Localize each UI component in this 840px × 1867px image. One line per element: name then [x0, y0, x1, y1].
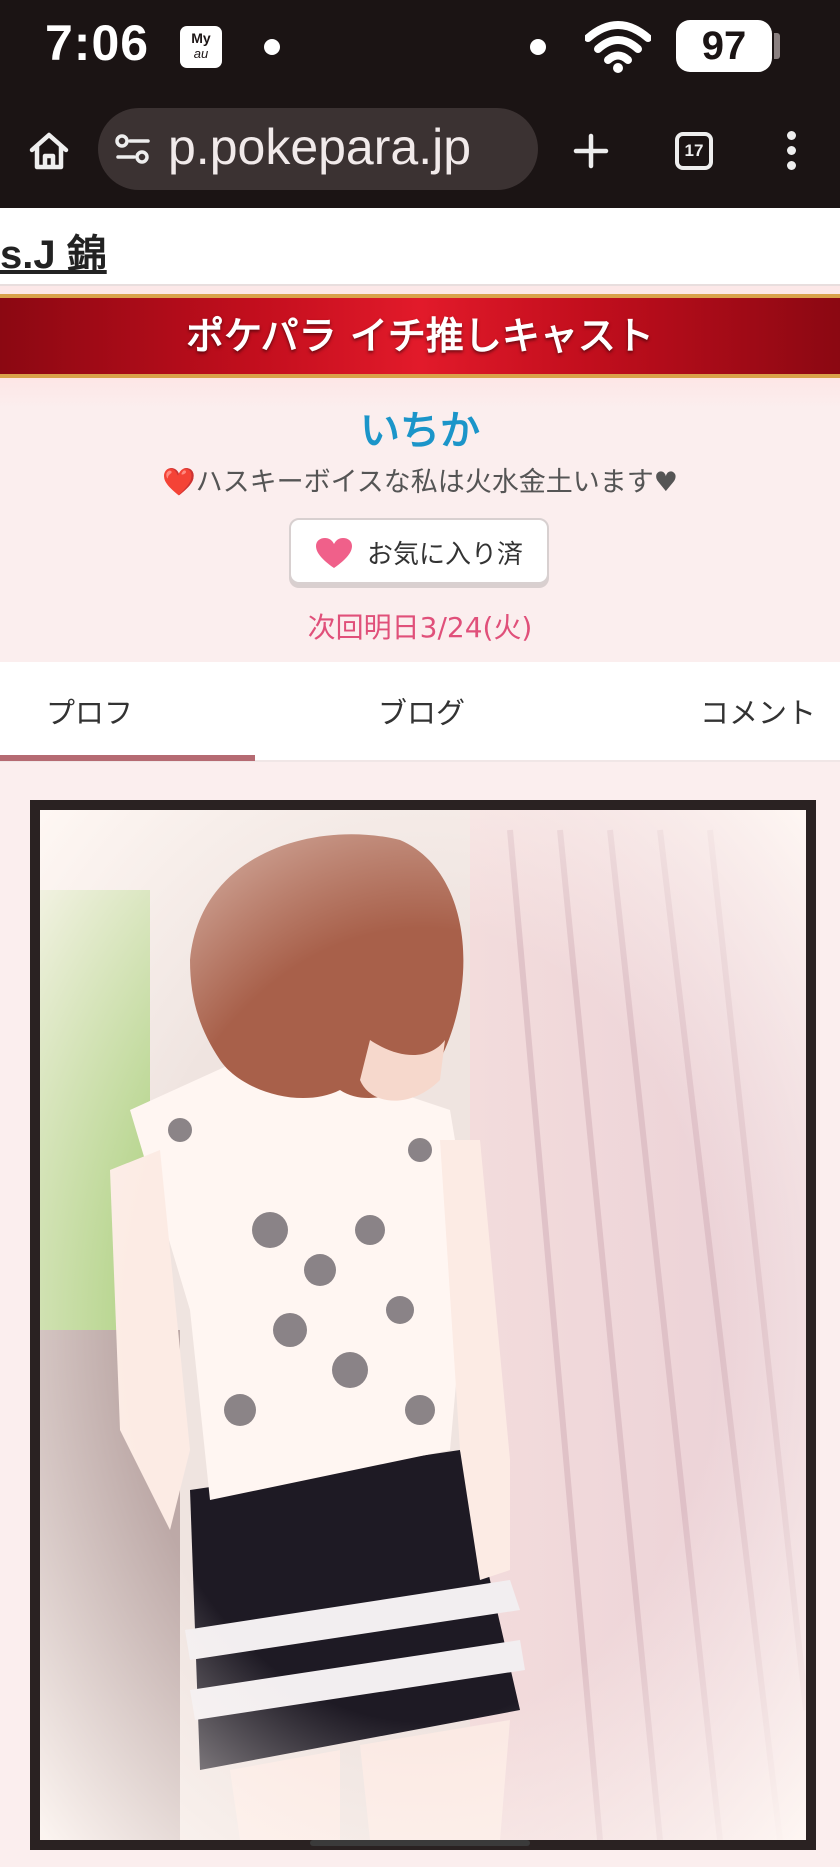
cast-photo[interactable]: [30, 800, 816, 1850]
shop-name-link[interactable]: s.J 錦: [0, 222, 107, 280]
cast-photo-image: [40, 810, 809, 1841]
battery-level: 97: [676, 20, 772, 72]
url-text[interactable]: p.pokepara.jp: [168, 118, 471, 176]
heart-icon: [316, 538, 352, 568]
banner-title: ポケパラ イチ推しキャスト: [186, 314, 654, 358]
cast-profile-header: いちか ❤️ハスキーボイスな私は火水金土います♥ お気に入り済 次回明日3/24…: [0, 378, 840, 662]
battery-nub: [774, 33, 780, 59]
site-settings-icon[interactable]: [114, 130, 152, 168]
cast-catchphrase: ❤️ハスキーボイスな私は火水金土います♥: [161, 467, 678, 498]
tab-blog[interactable]: ブログ: [378, 690, 465, 732]
cast-name: いちか: [360, 408, 480, 454]
tab-profile[interactable]: プロフ: [46, 690, 133, 732]
tab-comment[interactable]: コメント: [700, 690, 816, 732]
recommend-banner: ポケパラ イチ推しキャスト: [0, 294, 840, 378]
address-bar[interactable]: p.pokepara.jp: [98, 108, 538, 190]
status-time: 7:06: [45, 15, 150, 71]
myau-app-icon: My au: [180, 26, 222, 68]
divider: [0, 286, 840, 294]
more-vert-icon[interactable]: [776, 128, 806, 174]
status-bar: 7:06 My au 97: [0, 0, 840, 98]
favorite-label: お気に入り済: [367, 540, 524, 570]
favorite-button[interactable]: お気に入り済: [289, 518, 549, 584]
home-icon[interactable]: [26, 128, 72, 174]
browser-toolbar: p.pokepara.jp 17: [0, 98, 840, 208]
tab-switcher-icon[interactable]: 17: [675, 132, 713, 170]
plus-icon[interactable]: [568, 128, 614, 174]
active-tab-indicator: [0, 755, 255, 761]
shop-header: s.J 錦: [0, 208, 840, 286]
myau-icon-bottom: au: [193, 46, 209, 61]
profile-tabs: プロフ ブログ コメント: [0, 662, 840, 762]
next-attendance: 次回明日3/24(火): [307, 611, 533, 644]
notification-dot-icon: [530, 39, 546, 55]
home-indicator: [310, 1840, 530, 1846]
myau-icon-top: My: [191, 30, 211, 46]
wifi-icon: [585, 21, 651, 73]
notification-dot-icon: [264, 39, 280, 55]
